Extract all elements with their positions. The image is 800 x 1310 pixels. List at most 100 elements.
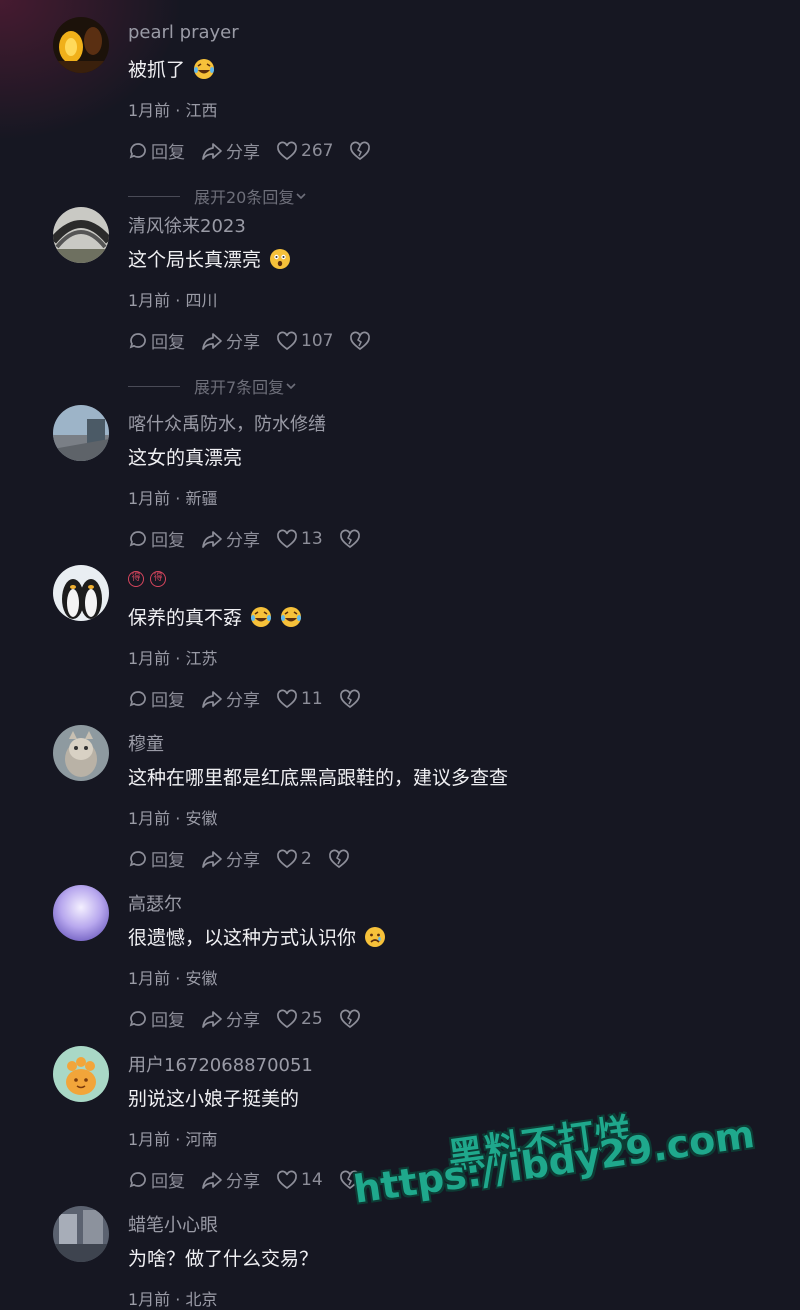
reply-label: 回复 bbox=[151, 1011, 185, 1031]
expand-replies-button[interactable]: 展开20条回复 bbox=[128, 184, 308, 208]
dislike-button[interactable] bbox=[349, 141, 371, 161]
heart-icon bbox=[277, 1170, 297, 1189]
reply-button[interactable]: 回复 bbox=[128, 526, 185, 551]
speech-bubble-icon bbox=[129, 850, 146, 866]
avatar[interactable] bbox=[53, 1206, 109, 1262]
reply-button[interactable]: 回复 bbox=[128, 138, 185, 163]
username[interactable]: 高瑟尔 bbox=[128, 890, 182, 916]
chevron-down-icon bbox=[296, 193, 306, 200]
reply-button[interactable]: 回复 bbox=[128, 1006, 185, 1031]
comment-text: 这个局长真漂亮 bbox=[128, 245, 291, 272]
comment-text: 这女的真漂亮 bbox=[128, 443, 242, 470]
comment-text-content: 被抓了 bbox=[128, 59, 186, 81]
laughing-tears-emoji-icon bbox=[251, 606, 272, 627]
broken-heart-icon bbox=[339, 1009, 360, 1028]
dislike-button[interactable] bbox=[339, 1009, 361, 1029]
laughing-tears-emoji-icon bbox=[281, 606, 302, 627]
share-arrow-icon bbox=[202, 142, 222, 160]
username[interactable]: 清风徐来2023 bbox=[128, 212, 246, 238]
like-count: 14 bbox=[301, 1169, 323, 1190]
username[interactable]: 蜡笔小心眼 bbox=[128, 1211, 218, 1237]
reply-label: 回复 bbox=[151, 851, 185, 871]
comment-text-content: 这女的真漂亮 bbox=[128, 447, 243, 469]
like-button[interactable]: 25 bbox=[276, 1009, 323, 1029]
share-button[interactable]: 分享 bbox=[201, 686, 260, 711]
expand-replies-button[interactable]: 展开7条回复 bbox=[128, 374, 298, 398]
reply-label: 回复 bbox=[151, 691, 185, 711]
avatar[interactable] bbox=[53, 405, 109, 461]
heart-icon bbox=[277, 849, 297, 868]
comment-meta: 1月前 · 安徽 bbox=[128, 809, 218, 828]
dislike-button[interactable] bbox=[328, 849, 350, 869]
share-label: 分享 bbox=[226, 531, 260, 551]
avatar[interactable] bbox=[53, 885, 109, 941]
share-button[interactable]: 分享 bbox=[201, 138, 260, 163]
reply-button[interactable]: 回复 bbox=[128, 846, 185, 871]
comment-text-content: 保养的真不孬 bbox=[128, 607, 243, 629]
speech-bubble-icon bbox=[129, 1010, 146, 1026]
heart-icon bbox=[277, 1009, 297, 1028]
reply-button[interactable]: 回复 bbox=[128, 686, 185, 711]
comment-meta: 1月前 · 四川 bbox=[128, 291, 218, 310]
like-button[interactable]: 267 bbox=[276, 141, 333, 161]
like-count: 11 bbox=[301, 688, 323, 709]
action-bar: 回复 分享 107 bbox=[128, 328, 387, 353]
watermark: 黑料不打烊 https://ibdy29.com bbox=[350, 1110, 790, 1250]
share-label: 分享 bbox=[226, 691, 260, 711]
share-arrow-icon bbox=[202, 690, 222, 708]
like-button[interactable]: 107 bbox=[276, 331, 333, 351]
dislike-button[interactable] bbox=[339, 689, 361, 709]
username[interactable]: 用户1672068870051 bbox=[128, 1051, 313, 1077]
share-button[interactable]: 分享 bbox=[201, 1006, 260, 1031]
username[interactable]: 穆童 bbox=[128, 730, 164, 756]
divider-line bbox=[128, 385, 180, 387]
username[interactable]: pearl prayer bbox=[128, 22, 239, 43]
avatar[interactable] bbox=[53, 565, 109, 621]
reply-label: 回复 bbox=[151, 531, 185, 551]
reply-button[interactable]: 回复 bbox=[128, 1167, 185, 1192]
comment-text: 别说这小娘子挺美的 bbox=[128, 1084, 299, 1111]
reply-label: 回复 bbox=[151, 143, 185, 163]
comment-meta: 1月前 · 北京 bbox=[128, 1290, 218, 1309]
share-button[interactable]: 分享 bbox=[201, 526, 260, 551]
like-button[interactable]: 14 bbox=[276, 1170, 323, 1190]
share-label: 分享 bbox=[226, 851, 260, 871]
comment-text: 很遗憾，以这种方式认识你 bbox=[128, 923, 386, 950]
avatar[interactable] bbox=[53, 1046, 109, 1102]
dislike-button[interactable] bbox=[349, 331, 371, 351]
share-button[interactable]: 分享 bbox=[201, 846, 260, 871]
share-button[interactable]: 分享 bbox=[201, 1167, 260, 1192]
share-arrow-icon bbox=[202, 1171, 222, 1189]
share-arrow-icon bbox=[202, 1010, 222, 1028]
shocked-emoji-icon bbox=[270, 248, 291, 269]
like-button[interactable]: 11 bbox=[276, 689, 323, 709]
username[interactable]: 喀什众禹防水，防水修缮 bbox=[128, 410, 326, 436]
reply-button[interactable]: 回复 bbox=[128, 328, 185, 353]
comment-meta: 1月前 · 河南 bbox=[128, 1130, 218, 1149]
sad-emoji-icon bbox=[365, 926, 386, 947]
like-count: 267 bbox=[301, 140, 334, 161]
avatar[interactable] bbox=[53, 17, 109, 73]
share-button[interactable]: 分享 bbox=[201, 328, 260, 353]
action-bar: 回复 分享 13 bbox=[128, 526, 377, 551]
chevron-down-icon bbox=[286, 383, 296, 390]
action-bar: 回复 分享 11 bbox=[128, 686, 377, 711]
dislike-button[interactable] bbox=[339, 529, 361, 549]
comment-text: 被抓了 bbox=[128, 55, 215, 82]
share-label: 分享 bbox=[226, 143, 260, 163]
heart-icon bbox=[277, 331, 297, 350]
like-count: 2 bbox=[301, 848, 312, 869]
broken-heart-icon bbox=[350, 141, 371, 160]
like-button[interactable]: 13 bbox=[276, 529, 323, 549]
avatar[interactable] bbox=[53, 207, 109, 263]
share-arrow-icon bbox=[202, 332, 222, 350]
comment-meta: 1月前 · 江苏 bbox=[128, 649, 218, 668]
avatar[interactable] bbox=[53, 725, 109, 781]
like-count: 25 bbox=[301, 1008, 323, 1029]
like-button[interactable]: 2 bbox=[276, 849, 312, 869]
share-label: 分享 bbox=[226, 1172, 260, 1192]
share-label: 分享 bbox=[226, 333, 260, 353]
action-bar: 回复 分享 25 bbox=[128, 1006, 377, 1031]
share-arrow-icon bbox=[202, 530, 222, 548]
comment-text: 为啥？做了什么交易？ bbox=[128, 1244, 318, 1271]
